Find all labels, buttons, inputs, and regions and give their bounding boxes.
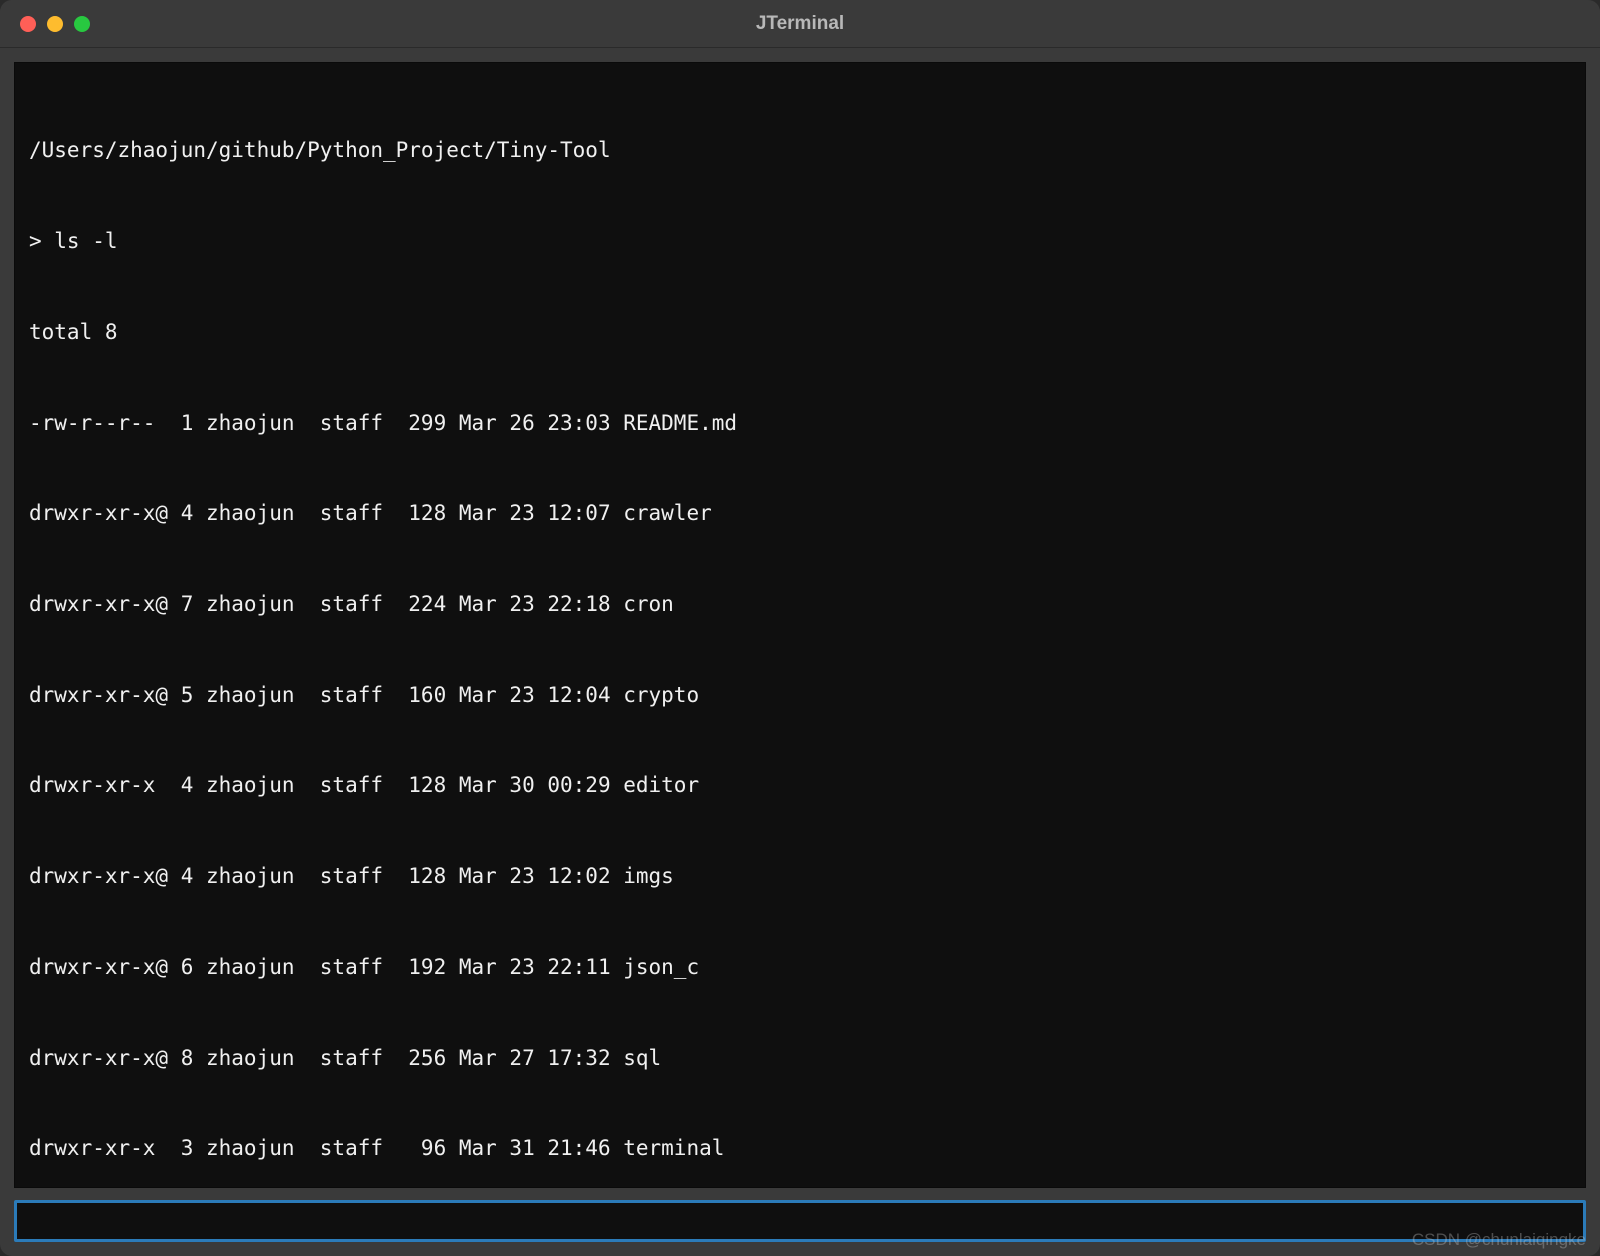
window-title: JTerminal — [756, 13, 844, 35]
terminal-line: drwxr-xr-x 3 zhaojun staff 96 Mar 31 21:… — [29, 1133, 1571, 1163]
terminal-line: total 8 — [29, 317, 1571, 347]
terminal-line: drwxr-xr-x 4 zhaojun staff 128 Mar 30 00… — [29, 770, 1571, 800]
terminal-line: drwxr-xr-x@ 4 zhaojun staff 128 Mar 23 1… — [29, 498, 1571, 528]
command-input-wrapper[interactable] — [14, 1200, 1586, 1242]
terminal-output[interactable]: /Users/zhaojun/github/Python_Project/Tin… — [14, 62, 1586, 1188]
terminal-line: > ls -l — [29, 226, 1571, 256]
terminal-line: drwxr-xr-x@ 5 zhaojun staff 160 Mar 23 1… — [29, 680, 1571, 710]
terminal-line: drwxr-xr-x@ 6 zhaojun staff 192 Mar 23 2… — [29, 952, 1571, 982]
app-window: JTerminal /Users/zhaojun/github/Python_P… — [0, 0, 1600, 1256]
terminal-line: drwxr-xr-x@ 8 zhaojun staff 256 Mar 27 1… — [29, 1043, 1571, 1073]
zoom-icon[interactable] — [74, 16, 90, 32]
terminal-line: drwxr-xr-x@ 4 zhaojun staff 128 Mar 23 1… — [29, 861, 1571, 891]
content-area: /Users/zhaojun/github/Python_Project/Tin… — [0, 48, 1600, 1256]
terminal-line: drwxr-xr-x@ 7 zhaojun staff 224 Mar 23 2… — [29, 589, 1571, 619]
traffic-lights — [0, 16, 90, 32]
minimize-icon[interactable] — [47, 16, 63, 32]
terminal-line: /Users/zhaojun/github/Python_Project/Tin… — [29, 135, 1571, 165]
titlebar[interactable]: JTerminal — [0, 0, 1600, 48]
close-icon[interactable] — [20, 16, 36, 32]
terminal-line: -rw-r--r-- 1 zhaojun staff 299 Mar 26 23… — [29, 408, 1571, 438]
command-input[interactable] — [25, 1207, 1575, 1235]
